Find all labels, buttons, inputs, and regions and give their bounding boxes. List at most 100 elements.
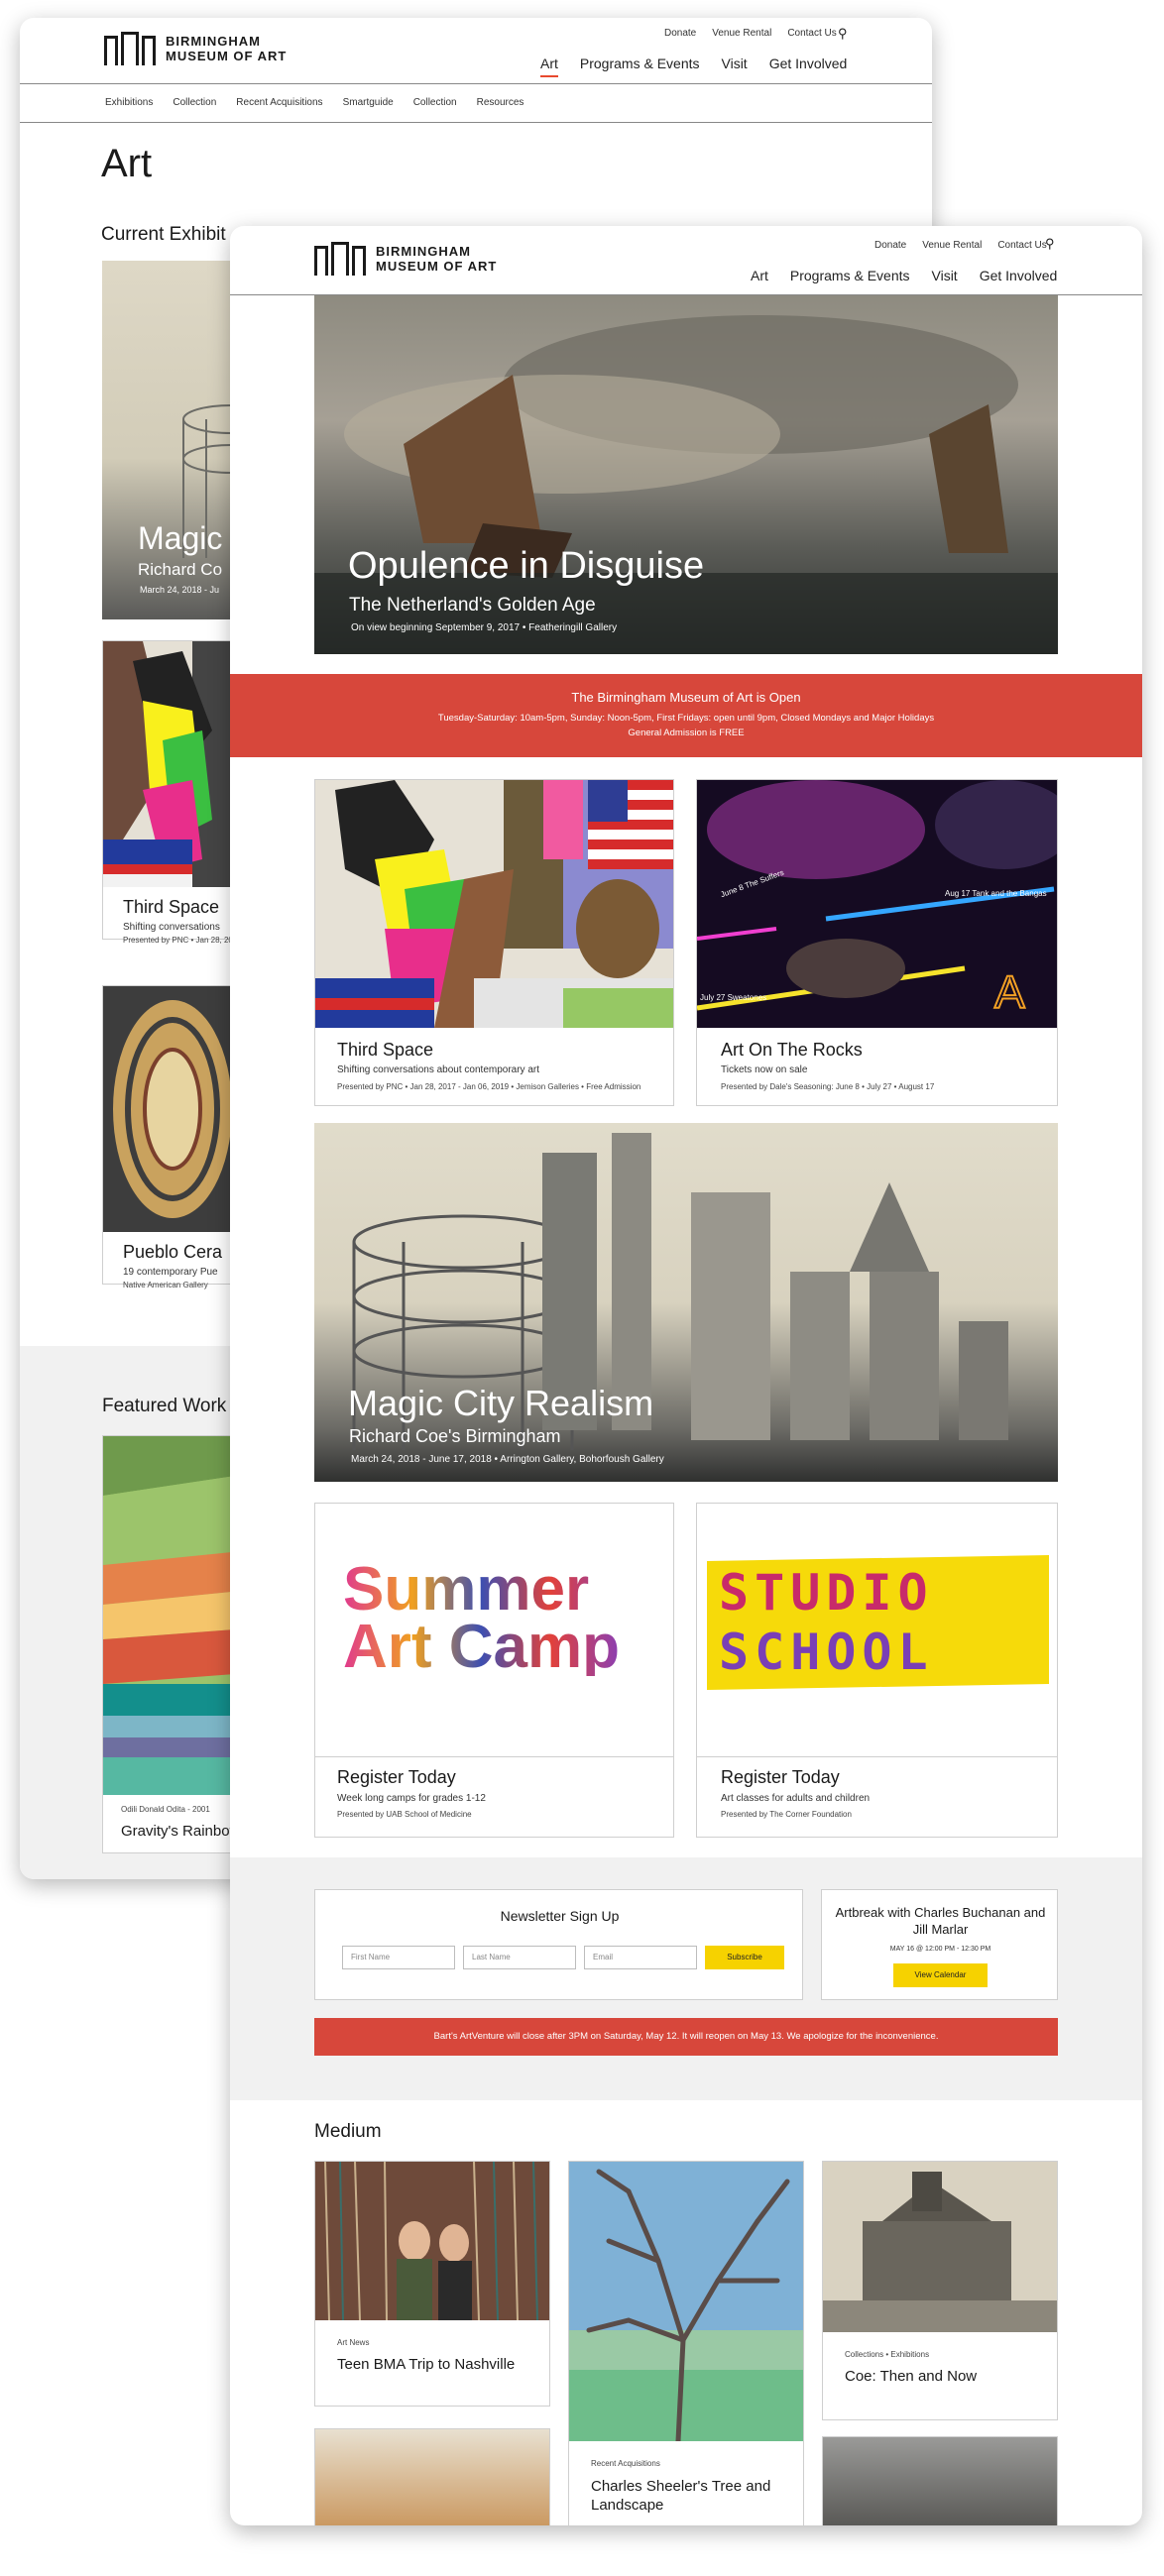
page-title: Art <box>101 142 153 185</box>
third-space-title: Third Space <box>123 897 220 917</box>
teen-bma-title: Teen BMA Trip to Nashville <box>337 2356 516 2373</box>
nav-art[interactable]: Art <box>751 268 768 283</box>
nav-visit[interactable]: Visit <box>722 56 748 77</box>
sheeler-painting <box>569 2162 803 2441</box>
svg-text:A: A <box>994 966 1025 1018</box>
magic-subtitle: Richard Co <box>138 560 223 579</box>
view-calendar-button[interactable]: View Calendar <box>893 1963 988 1987</box>
medium-heading: Medium <box>314 2121 382 2142</box>
medium-card-partial-2[interactable] <box>822 2436 1058 2525</box>
art-on-the-rocks-card[interactable]: A June 8 The Suffers Aug 17 Tank and the… <box>696 779 1058 1106</box>
logo-line2: MUSEUM OF ART <box>376 259 498 274</box>
search-icon[interactable]: ⚲ <box>1045 236 1055 252</box>
studio-line2: SCHOOL <box>719 1624 934 1681</box>
third-space-desc: Shifting conversations <box>123 922 220 933</box>
featured-heading: Featured Work <box>102 1396 227 1416</box>
subnav-resources[interactable]: Resources <box>477 97 524 108</box>
subnav-collection[interactable]: Collection <box>173 97 216 108</box>
utility-donate[interactable]: Donate <box>664 28 696 39</box>
poster-label-aug: Aug 17 Tank and the Bangas <box>945 889 1047 898</box>
pueblo-desc: 19 contemporary Pue <box>123 1267 218 1278</box>
medium-card-partial-1[interactable] <box>314 2428 550 2525</box>
subscribe-button[interactable]: Subscribe <box>705 1946 784 1969</box>
sub-nav: Exhibitions Collection Recent Acquisitio… <box>105 97 524 108</box>
art-rocks-desc: Tickets now on sale <box>721 1064 808 1075</box>
utility-venue-rental[interactable]: Venue Rental <box>712 28 771 39</box>
search-icon[interactable]: ⚲ <box>838 26 848 42</box>
studio-school-card[interactable]: STUDIO SCHOOL Register Today Art classes… <box>696 1503 1058 1838</box>
logo-icon <box>314 242 366 276</box>
medium-card-coe[interactable]: Collections • Exhibitions Coe: Then and … <box>822 2161 1058 2420</box>
artbreak-box[interactable]: Artbreak with Charles Buchanan and Jill … <box>821 1889 1058 2000</box>
featured-meta: Odili Donald Odita - 2001 <box>121 1805 210 1814</box>
site-logo[interactable]: BIRMINGHAM MUSEUM OF ART <box>104 32 287 65</box>
summer-desc: Week long camps for grades 1-12 <box>337 1793 486 1804</box>
third-space-desc: Shifting conversations about contemporar… <box>337 1064 539 1075</box>
studio-desc: Art classes for adults and children <box>721 1793 871 1804</box>
magic-city-meta: March 24, 2018 - June 17, 2018 • Arringt… <box>351 1454 664 1465</box>
pueblo-title: Pueblo Cera <box>123 1242 223 1262</box>
third-space-meta: Presented by PNC • Jan 28, 20 <box>123 936 233 945</box>
coe-category: Collections • Exhibitions <box>845 2350 930 2359</box>
art-rocks-meta: Presented by Dale's Seasoning: June 8 • … <box>721 1082 935 1091</box>
studio-school-graphic: STUDIO SCHOOL <box>697 1504 1057 1757</box>
coe-title: Coe: Then and Now <box>845 2368 978 2385</box>
utility-nav: Donate Venue Rental Contact Us <box>664 28 837 39</box>
summer-meta: Presented by UAB School of Medicine <box>337 1810 472 1819</box>
logo-line1: BIRMINGHAM <box>166 34 261 49</box>
hero-subtitle: The Netherland's Golden Age <box>349 595 596 616</box>
summer-line1: Summer <box>343 1555 590 1624</box>
studio-line1: STUDIO <box>719 1564 934 1622</box>
hero-title: Opulence in Disguise <box>348 545 705 587</box>
pueblo-meta: Native American Gallery <box>123 1281 208 1289</box>
last-name-field[interactable]: Last Name <box>463 1946 576 1969</box>
poster-label-july: July 27 Sweatones <box>700 993 767 1002</box>
hero-banner[interactable]: Opulence in Disguise The Netherland's Go… <box>314 295 1058 654</box>
subnav-smartguide[interactable]: Smartguide <box>343 97 394 108</box>
nav-programs-events[interactable]: Programs & Events <box>790 268 910 283</box>
magic-city-banner[interactable]: Magic City Realism Richard Coe's Birming… <box>314 1123 1058 1482</box>
nav-get-involved[interactable]: Get Involved <box>980 268 1058 283</box>
utility-contact-us[interactable]: Contact Us <box>787 28 836 39</box>
open-hours-banner: The Birmingham Museum of Art is Open Tue… <box>230 674 1142 757</box>
medium-card-sheeler[interactable]: Recent Acquisitions Charles Sheeler's Tr… <box>568 2161 804 2525</box>
first-name-field[interactable]: First Name <box>342 1946 455 1969</box>
utility-nav: Donate Venue Rental Contact Us <box>874 240 1047 251</box>
open-banner-title: The Birmingham Museum of Art is Open <box>571 690 801 705</box>
logo-line1: BIRMINGHAM <box>376 244 471 259</box>
subnav-divider <box>20 122 932 123</box>
subnav-collection-2[interactable]: Collection <box>413 97 457 108</box>
site-logo[interactable]: BIRMINGHAM MUSEUM OF ART <box>314 242 497 276</box>
nav-art[interactable]: Art <box>540 56 558 77</box>
utility-contact-us[interactable]: Contact Us <box>997 240 1046 251</box>
hero-meta: On view beginning September 9, 2017 • Fe… <box>351 622 618 633</box>
home-page-window: BIRMINGHAM MUSEUM OF ART Donate Venue Re… <box>230 226 1142 2525</box>
third-space-card[interactable]: Third Space Shifting conversations about… <box>314 779 674 1106</box>
open-banner-hours: Tuesday-Saturday: 10am-5pm, Sunday: Noon… <box>437 713 935 724</box>
summer-art-camp-graphic: Summer Art Camp <box>315 1504 673 1757</box>
magic-city-title: Magic City Realism <box>348 1383 654 1423</box>
medium-card-teen-bma[interactable]: Art News Teen BMA Trip to Nashville <box>314 2161 550 2407</box>
main-nav: Art Programs & Events Visit Get Involved <box>751 268 1057 283</box>
header-divider <box>20 83 932 84</box>
utility-venue-rental[interactable]: Venue Rental <box>922 240 982 251</box>
teen-bma-category: Art News <box>337 2338 370 2347</box>
studio-art-text: STUDIO SCHOOL <box>719 1563 934 1682</box>
featured-title: Gravity's Rainbow <box>121 1823 241 1840</box>
email-field[interactable]: Email <box>584 1946 697 1969</box>
nav-get-involved[interactable]: Get Involved <box>769 56 848 77</box>
subnav-exhibitions[interactable]: Exhibitions <box>105 97 153 108</box>
sheeler-category: Recent Acquisitions <box>591 2459 660 2468</box>
subnav-recent-acquisitions[interactable]: Recent Acquisitions <box>236 97 322 108</box>
coe-drawing <box>823 2162 1057 2332</box>
magic-city-subtitle: Richard Coe's Birmingham <box>349 1426 561 1446</box>
sheeler-title: Charles Sheeler's Tree and Landscape <box>591 2478 771 2514</box>
utility-donate[interactable]: Donate <box>874 240 906 251</box>
summer-art-camp-card[interactable]: Summer Art Camp Register Today Week long… <box>314 1503 674 1838</box>
summer-line2: Art Camp <box>343 1613 621 1681</box>
art-rocks-title: Art On The Rocks <box>721 1040 863 1060</box>
nav-visit[interactable]: Visit <box>932 268 958 283</box>
open-banner-admission: General Admission is FREE <box>628 728 745 738</box>
nav-programs-events[interactable]: Programs & Events <box>580 56 700 77</box>
logo-icon <box>104 32 156 65</box>
